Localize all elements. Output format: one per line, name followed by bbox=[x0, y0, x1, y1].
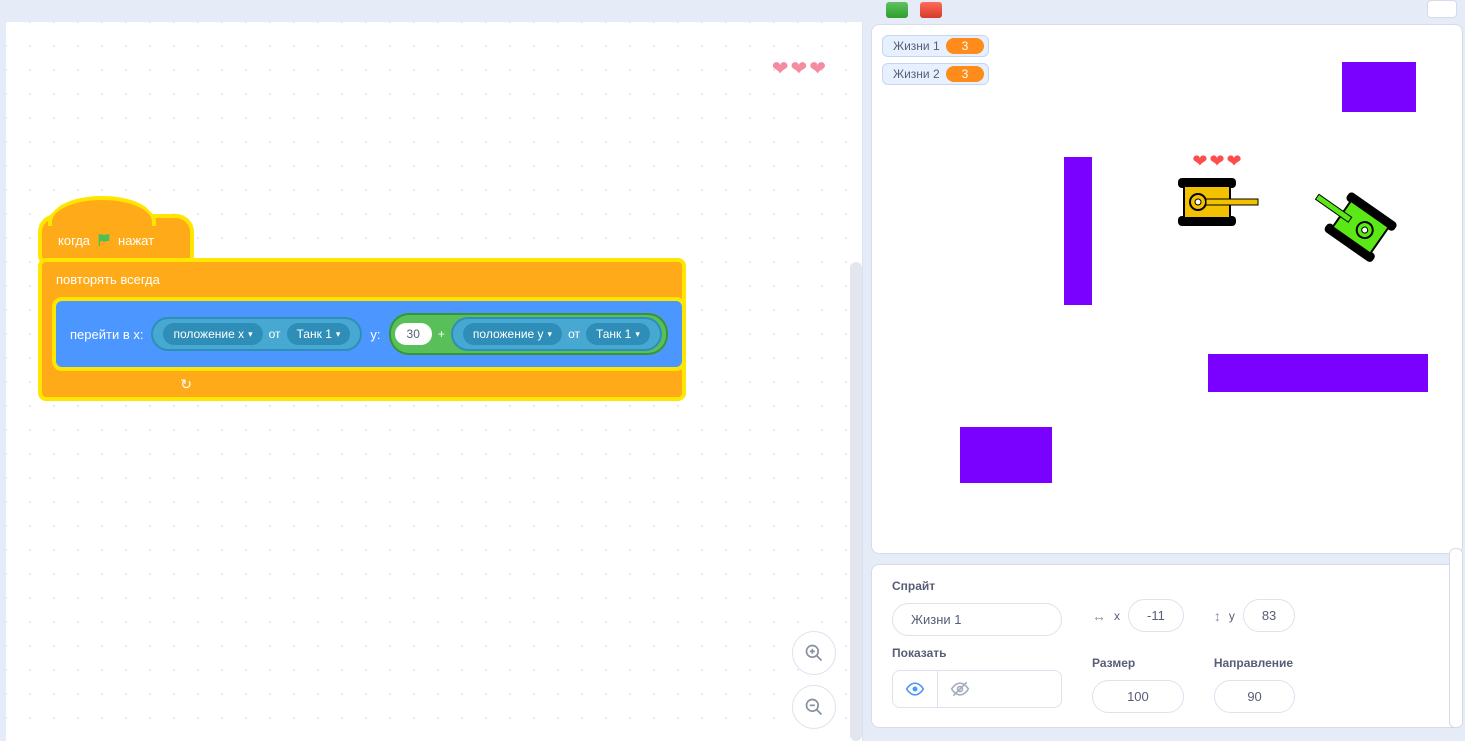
horizontal-arrows-icon: ↔ bbox=[1092, 608, 1106, 624]
attribute-dropdown[interactable]: положение y▾ bbox=[463, 323, 562, 345]
y-input[interactable]: 83 bbox=[1243, 599, 1295, 632]
script-stack[interactable]: когда нажат повторять всегда перейти в x… bbox=[42, 218, 682, 397]
lives-hearts: ❤ ❤ ❤ bbox=[1172, 151, 1262, 172]
tank2-sprite[interactable] bbox=[1297, 173, 1406, 275]
variable-monitor[interactable]: Жизни 2 3 bbox=[882, 63, 989, 85]
x-input[interactable]: -11 bbox=[1128, 599, 1184, 632]
eye-off-icon bbox=[950, 679, 970, 699]
target-dropdown[interactable]: Танк 1▾ bbox=[586, 323, 650, 345]
block-text: когда bbox=[58, 233, 90, 248]
size-input[interactable]: 100 bbox=[1092, 680, 1184, 713]
forever-block[interactable]: повторять всегда перейти в x: положение … bbox=[42, 262, 682, 397]
zoom-out-icon bbox=[804, 697, 824, 717]
wall-sprite bbox=[1342, 62, 1416, 112]
target-dropdown[interactable]: Танк 1▾ bbox=[287, 323, 351, 345]
hearts-sprite-preview: ❤ ❤ ❤ bbox=[772, 56, 826, 81]
visibility-toggle bbox=[892, 670, 1062, 708]
block-text: y: bbox=[370, 327, 380, 342]
attribute-dropdown[interactable]: положение x▾ bbox=[163, 323, 262, 345]
direction-label: Направление bbox=[1214, 656, 1295, 670]
green-flag-button[interactable] bbox=[886, 2, 908, 18]
zoom-out-button[interactable] bbox=[792, 685, 836, 729]
variable-name: Жизни 2 bbox=[893, 67, 940, 81]
block-text: повторять всегда bbox=[56, 272, 160, 287]
number-input[interactable]: 30 bbox=[395, 323, 432, 345]
script-area[interactable]: ❤ ❤ ❤ когда нажат повторять всегда перей… bbox=[6, 22, 863, 741]
sprite-name-input[interactable]: Жизни 1 bbox=[892, 603, 1062, 636]
heart-icon: ❤ bbox=[1192, 151, 1207, 172]
when-flag-clicked-block[interactable]: когда нажат bbox=[42, 218, 190, 260]
fullscreen-button[interactable] bbox=[1427, 0, 1457, 18]
heart-icon: ❤ bbox=[772, 56, 789, 81]
zoom-in-button[interactable] bbox=[792, 631, 836, 675]
vertical-arrows-icon: ↕ bbox=[1214, 608, 1221, 624]
heart-icon: ❤ bbox=[1227, 151, 1242, 172]
eye-icon bbox=[905, 679, 925, 699]
wall-sprite bbox=[1208, 354, 1428, 392]
direction-input[interactable]: 90 bbox=[1214, 680, 1295, 713]
sprite-label: Спрайт bbox=[892, 579, 1062, 593]
goto-xy-block[interactable]: перейти в x: положение x▾ от Танк 1▾ y: bbox=[56, 301, 682, 367]
block-text: нажат bbox=[118, 233, 154, 248]
variable-value: 3 bbox=[946, 66, 985, 82]
zoom-controls bbox=[792, 631, 836, 729]
stage-panel-strip bbox=[1449, 548, 1463, 728]
show-label: Показать bbox=[892, 646, 1062, 660]
tank1-sprite[interactable]: ❤ ❤ ❤ bbox=[1172, 151, 1262, 235]
wall-sprite bbox=[1064, 157, 1092, 305]
x-label: x bbox=[1114, 609, 1120, 623]
show-button[interactable] bbox=[893, 671, 937, 707]
variable-name: Жизни 1 bbox=[893, 39, 940, 53]
heart-icon: ❤ bbox=[790, 56, 807, 81]
size-label: Размер bbox=[1092, 656, 1184, 670]
zoom-in-icon bbox=[804, 643, 824, 663]
wall-sprite bbox=[960, 427, 1052, 483]
sensing-of-reporter[interactable]: положение x▾ от Танк 1▾ bbox=[151, 317, 362, 351]
heart-icon: ❤ bbox=[1209, 151, 1224, 172]
variable-value: 3 bbox=[946, 38, 985, 54]
stop-button[interactable] bbox=[920, 2, 942, 18]
y-label: y bbox=[1229, 609, 1235, 623]
loop-arrow-icon: ↻ bbox=[180, 376, 192, 393]
hide-button[interactable] bbox=[937, 671, 981, 707]
stage[interactable]: Жизни 1 3 Жизни 2 3 ❤ ❤ ❤ bbox=[871, 24, 1463, 554]
green-flag-icon bbox=[96, 232, 112, 248]
scrollbar[interactable] bbox=[850, 262, 862, 741]
sprite-info-panel: Спрайт Жизни 1 Показать ↔ x -11 bbox=[871, 564, 1463, 728]
block-text: перейти в x: bbox=[70, 327, 143, 342]
variable-monitor[interactable]: Жизни 1 3 bbox=[882, 35, 989, 57]
sensing-of-reporter[interactable]: положение y▾ от Танк 1▾ bbox=[451, 317, 662, 351]
heart-icon: ❤ bbox=[809, 56, 826, 81]
addition-operator[interactable]: 30 + положение y▾ от Танк 1▾ bbox=[389, 313, 668, 355]
